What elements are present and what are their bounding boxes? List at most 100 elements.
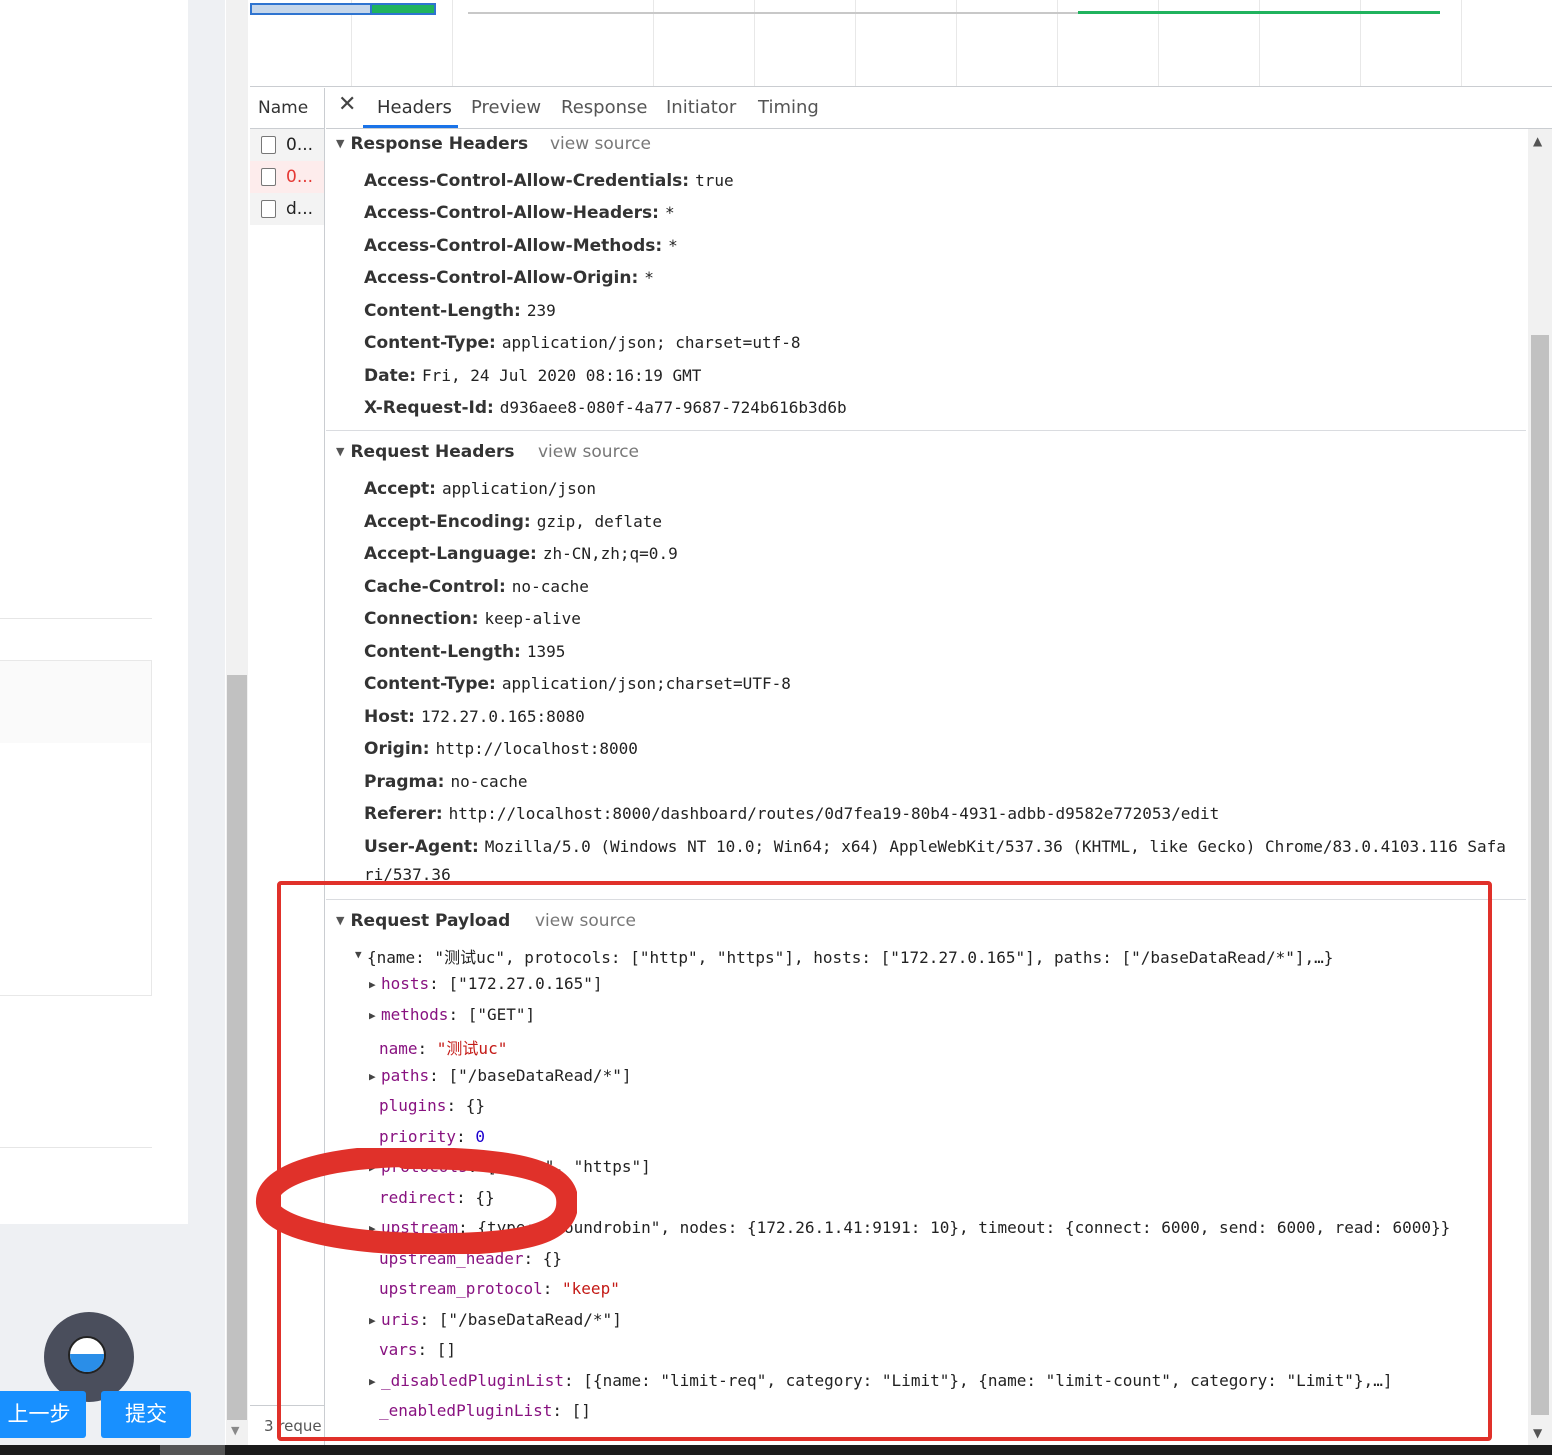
scroll-down-arrow-icon[interactable]: ▼	[231, 1424, 239, 1437]
header-row: Pragma: no-cache	[364, 772, 528, 792]
header-key: Accept-Language:	[364, 544, 537, 564]
timeline-bar-download	[372, 5, 434, 13]
section-title: Request Headers	[350, 442, 515, 462]
header-row: Content-Type: application/json; charset=u…	[364, 333, 800, 353]
detail-scrollbar-thumb[interactable]	[1531, 335, 1549, 1415]
previous-step-button[interactable]: 上一步	[0, 1391, 86, 1438]
tab-headers[interactable]: Headers	[377, 88, 452, 128]
form-field[interactable]	[0, 743, 152, 996]
file-icon	[261, 136, 276, 154]
tab-initiator[interactable]: Initiator	[666, 88, 736, 128]
page-scrollbar-thumb[interactable]	[227, 675, 247, 1420]
file-icon	[261, 200, 276, 218]
response-headers-section[interactable]: ▼ Response Headers	[336, 134, 528, 154]
header-row: Accept-Language: zh-CN,zh;q=0.9	[364, 544, 678, 564]
header-row: Content-Length: 1395	[364, 642, 565, 662]
rice-bowl-icon	[68, 1336, 106, 1374]
header-value: no-cache	[511, 576, 589, 596]
name-column-header[interactable]: Name	[250, 88, 324, 129]
header-value: no-cache	[450, 771, 528, 791]
header-value: http://localhost:8000/dashboard/routes/0…	[448, 804, 1220, 823]
header-key: Host:	[364, 706, 415, 727]
header-row: Origin: http://localhost:8000	[364, 739, 638, 759]
section-divider	[326, 430, 1526, 431]
header-key: Content-Type:	[364, 674, 496, 694]
header-row: Access-Control-Allow-Headers: *	[364, 203, 675, 223]
triangle-down-icon: ▼	[336, 137, 345, 150]
header-key: Pragma:	[364, 771, 445, 792]
header-key: User-Agent:	[364, 836, 479, 857]
scroll-down-arrow-icon[interactable]: ▼	[1533, 1426, 1542, 1440]
header-value: 172.27.0.165:8080	[420, 706, 585, 726]
header-value: http://localhost:8000	[435, 739, 638, 758]
header-value: Mozilla/5.0 (Windows NT 10.0; Win64; x64…	[484, 836, 1506, 856]
form-divider	[0, 1147, 152, 1148]
header-value: zh-CN,zh;q=0.9	[542, 544, 678, 563]
header-value: d936aee8-080f-4a77-9687-724b616b3d6b	[499, 398, 847, 417]
file-icon	[261, 168, 276, 186]
request-headers-section[interactable]: ▼ Request Headers	[336, 442, 514, 462]
header-row: User-Agent: Mozilla/5.0 (Windows NT 10.0;…	[364, 837, 1506, 857]
request-name: d...	[286, 199, 314, 219]
app-form-card	[0, 0, 188, 1224]
header-value: *	[668, 236, 678, 255]
taskbar	[0, 1445, 1552, 1455]
annotation-scribble	[256, 1148, 577, 1254]
tab-preview[interactable]: Preview	[471, 88, 541, 128]
header-value: keep-alive	[484, 609, 581, 628]
submit-button[interactable]: 提交	[101, 1391, 191, 1438]
floating-assistant-button[interactable]	[44, 1312, 134, 1402]
header-row: Connection: keep-alive	[364, 609, 581, 629]
tab-response[interactable]: Response	[561, 88, 647, 128]
scroll-up-arrow-icon[interactable]: ▲	[1533, 134, 1542, 148]
header-row: Access-Control-Allow-Origin: *	[364, 268, 654, 288]
taskbar-item[interactable]	[160, 1445, 225, 1455]
header-value: application/json	[441, 479, 597, 498]
header-key: Access-Control-Allow-Methods:	[364, 236, 663, 256]
header-row: Content-Type: application/json;charset=UT…	[364, 674, 791, 694]
header-key: Access-Control-Allow-Headers:	[364, 203, 659, 223]
tab-timing[interactable]: Timing	[758, 88, 819, 128]
header-key: Connection:	[364, 609, 479, 629]
header-key: Referer:	[364, 804, 443, 824]
view-source-link[interactable]: view source	[550, 134, 651, 154]
request-row-selected[interactable]: 0...	[250, 161, 324, 193]
header-key: Accept:	[364, 479, 436, 499]
request-name: 0...	[286, 135, 314, 155]
view-source-link[interactable]: view source	[538, 442, 639, 462]
header-key: Origin:	[364, 739, 430, 759]
timeline-bar-waiting	[468, 12, 1078, 14]
header-row: Cache-Control: no-cache	[364, 577, 589, 597]
header-key: Accept-Encoding:	[364, 511, 531, 532]
header-key: Content-Length:	[364, 301, 521, 321]
header-value: 1395	[526, 641, 566, 661]
header-value: gzip, deflate	[536, 511, 662, 531]
request-row[interactable]: 0...	[250, 129, 324, 161]
close-icon[interactable]: ✕	[338, 92, 356, 117]
header-value: *	[664, 203, 675, 222]
header-key: Cache-Control:	[364, 576, 506, 597]
header-row: X-Request-Id: d936aee8-080f-4a77-9687-724…	[364, 398, 847, 418]
request-name: 0...	[286, 167, 314, 187]
header-value: 239	[526, 301, 556, 320]
request-row[interactable]: d...	[250, 193, 324, 225]
header-row: Access-Control-Allow-Methods: *	[364, 236, 678, 256]
header-row: Accept: application/json	[364, 479, 596, 499]
header-row: Accept-Encoding: gzip, deflate	[364, 512, 662, 532]
form-field[interactable]	[0, 660, 152, 744]
header-row: Date: Fri, 24 Jul 2020 08:16:19 GMT	[364, 366, 701, 386]
header-key: Access-Control-Allow-Credentials:	[364, 171, 690, 191]
timeline-bar-waiting	[252, 5, 370, 13]
section-title: Response Headers	[350, 134, 529, 154]
network-overview-timeline[interactable]	[250, 0, 1552, 87]
header-row: Access-Control-Allow-Credentials: true	[364, 171, 734, 191]
header-value: true	[695, 171, 734, 190]
timeline-bar-download	[1078, 11, 1440, 14]
header-row: Referer: http://localhost:8000/dashboard/…	[364, 804, 1219, 824]
form-divider	[0, 618, 152, 619]
header-key: Content-Length:	[364, 641, 521, 662]
triangle-down-icon: ▼	[336, 445, 345, 458]
active-tab-indicator	[363, 125, 458, 128]
header-value: application/json;charset=UTF-8	[501, 674, 791, 693]
header-key: X-Request-Id:	[364, 398, 494, 418]
